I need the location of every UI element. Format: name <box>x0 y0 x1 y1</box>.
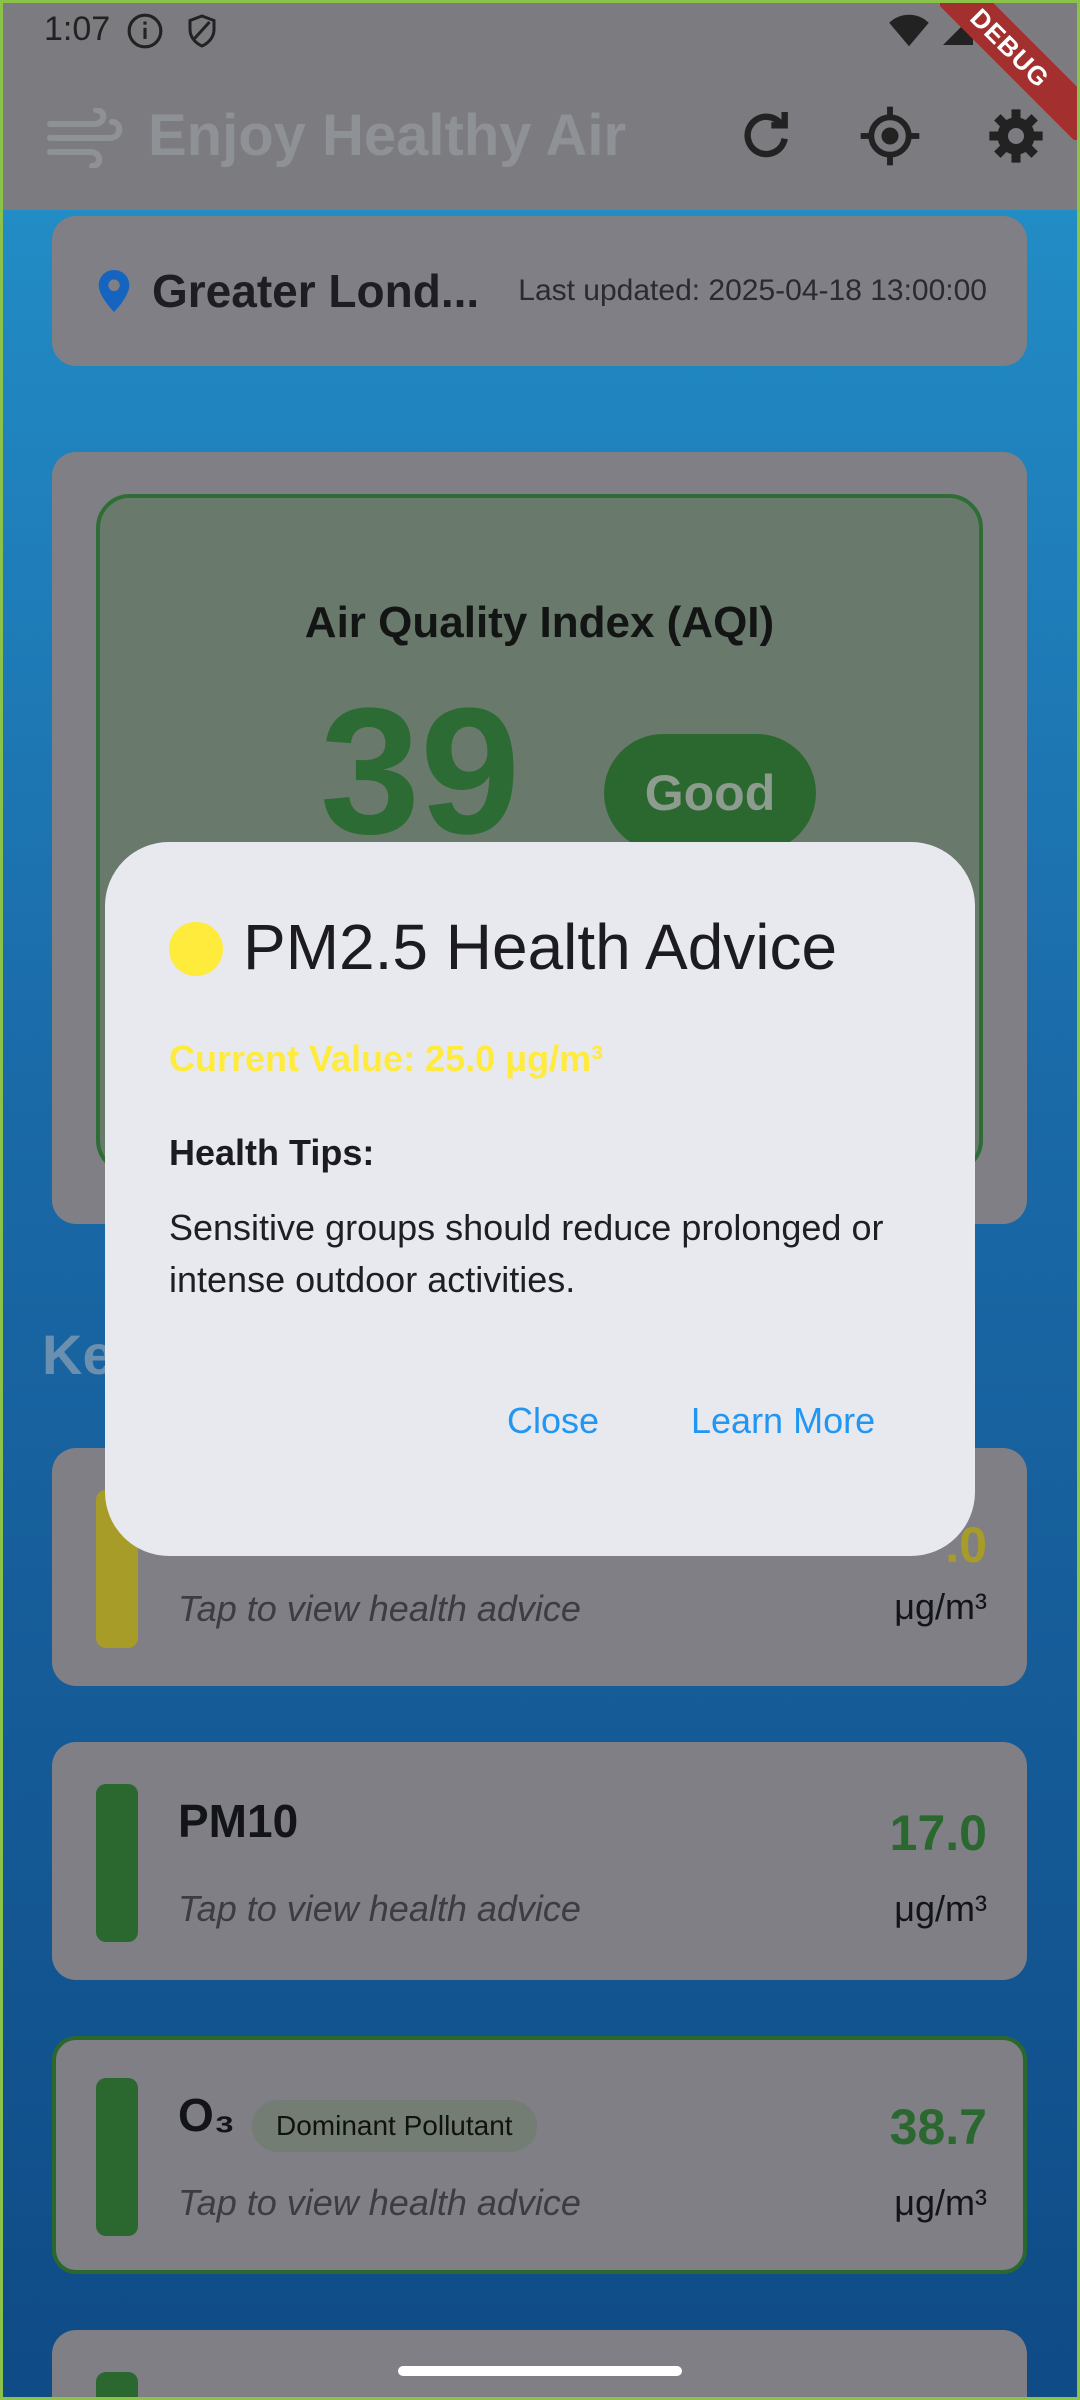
wifi-icon <box>889 14 929 47</box>
debug-label: DEBUG <box>940 0 1080 140</box>
pollutant-color-bar <box>96 2372 138 2400</box>
pollutant-color-bar <box>96 2078 138 2236</box>
pollutant-card-o3[interactable]: O₃ Dominant Pollutant Tap to view health… <box>52 2036 1027 2274</box>
last-updated: Last updated: 2025-04-18 13:00:00 <box>518 274 987 307</box>
pollutant-name: O₃ <box>178 2089 236 2141</box>
pollutant-hint: Tap to view health advice <box>178 1588 581 1629</box>
status-bar: 1:07 <box>0 0 1080 60</box>
section-header: Ke <box>42 1323 114 1386</box>
info-icon <box>127 13 163 49</box>
location-name: Greater Lond... <box>152 265 480 317</box>
pollutant-color-bar <box>96 1784 138 1942</box>
pollutant-value: 17.0 <box>889 1805 987 1861</box>
aqi-title: Air Quality Index (AQI) <box>304 598 775 647</box>
pollutant-card-pm10[interactable]: PM10 Tap to view health advice 17.0 μg/m… <box>52 1742 1027 1980</box>
pollutant-unit: μg/m³ <box>894 1888 987 1929</box>
location-pin-icon <box>98 270 130 312</box>
gesture-nav-bar[interactable] <box>398 2366 682 2376</box>
dialog-title: PM2.5 Health Advice <box>243 911 838 983</box>
location-card[interactable]: Greater Lond... Last updated: 2025-04-18… <box>52 216 1027 366</box>
screen: 1:07 Enjoy Healthy Air DEBUG Greater Lon… <box>0 0 1080 2400</box>
air-logo-icon <box>47 108 123 168</box>
my-location-icon[interactable] <box>858 104 922 168</box>
pollutant-hint: Tap to view health advice <box>178 1888 581 1929</box>
pollutant-unit: μg/m³ <box>894 2182 987 2223</box>
aqi-category-badge: Good <box>604 734 816 852</box>
pollutant-value: 38.7 <box>889 2099 987 2155</box>
pollutant-card-partial[interactable] <box>52 2330 1027 2400</box>
app-bar: Enjoy Healthy Air <box>0 60 1080 210</box>
learn-more-button[interactable]: Learn More <box>691 1400 875 1442</box>
pollutant-name: PM10 <box>178 1795 299 1847</box>
status-time: 1:07 <box>44 10 111 48</box>
debug-banner: DEBUG <box>940 0 1080 140</box>
pollutant-level-dot <box>169 922 223 976</box>
pollutant-hint: Tap to view health advice <box>178 2182 581 2223</box>
pollutant-unit: μg/m³ <box>894 1586 987 1627</box>
shield-icon <box>188 14 216 48</box>
current-value: Current Value: 25.0 μg/m³ <box>169 1038 604 1079</box>
health-advice-dialog: PM2.5 Health Advice Current Value: 25.0 … <box>105 842 975 1556</box>
health-tips-text: Sensitive groups should reduce prolonged… <box>169 1207 884 1300</box>
refresh-icon[interactable] <box>734 104 798 168</box>
app-title: Enjoy Healthy Air <box>148 103 627 168</box>
close-button[interactable]: Close <box>507 1400 599 1442</box>
health-tips-label: Health Tips: <box>169 1132 375 1173</box>
dominant-pollutant-badge: Dominant Pollutant <box>252 2100 537 2152</box>
